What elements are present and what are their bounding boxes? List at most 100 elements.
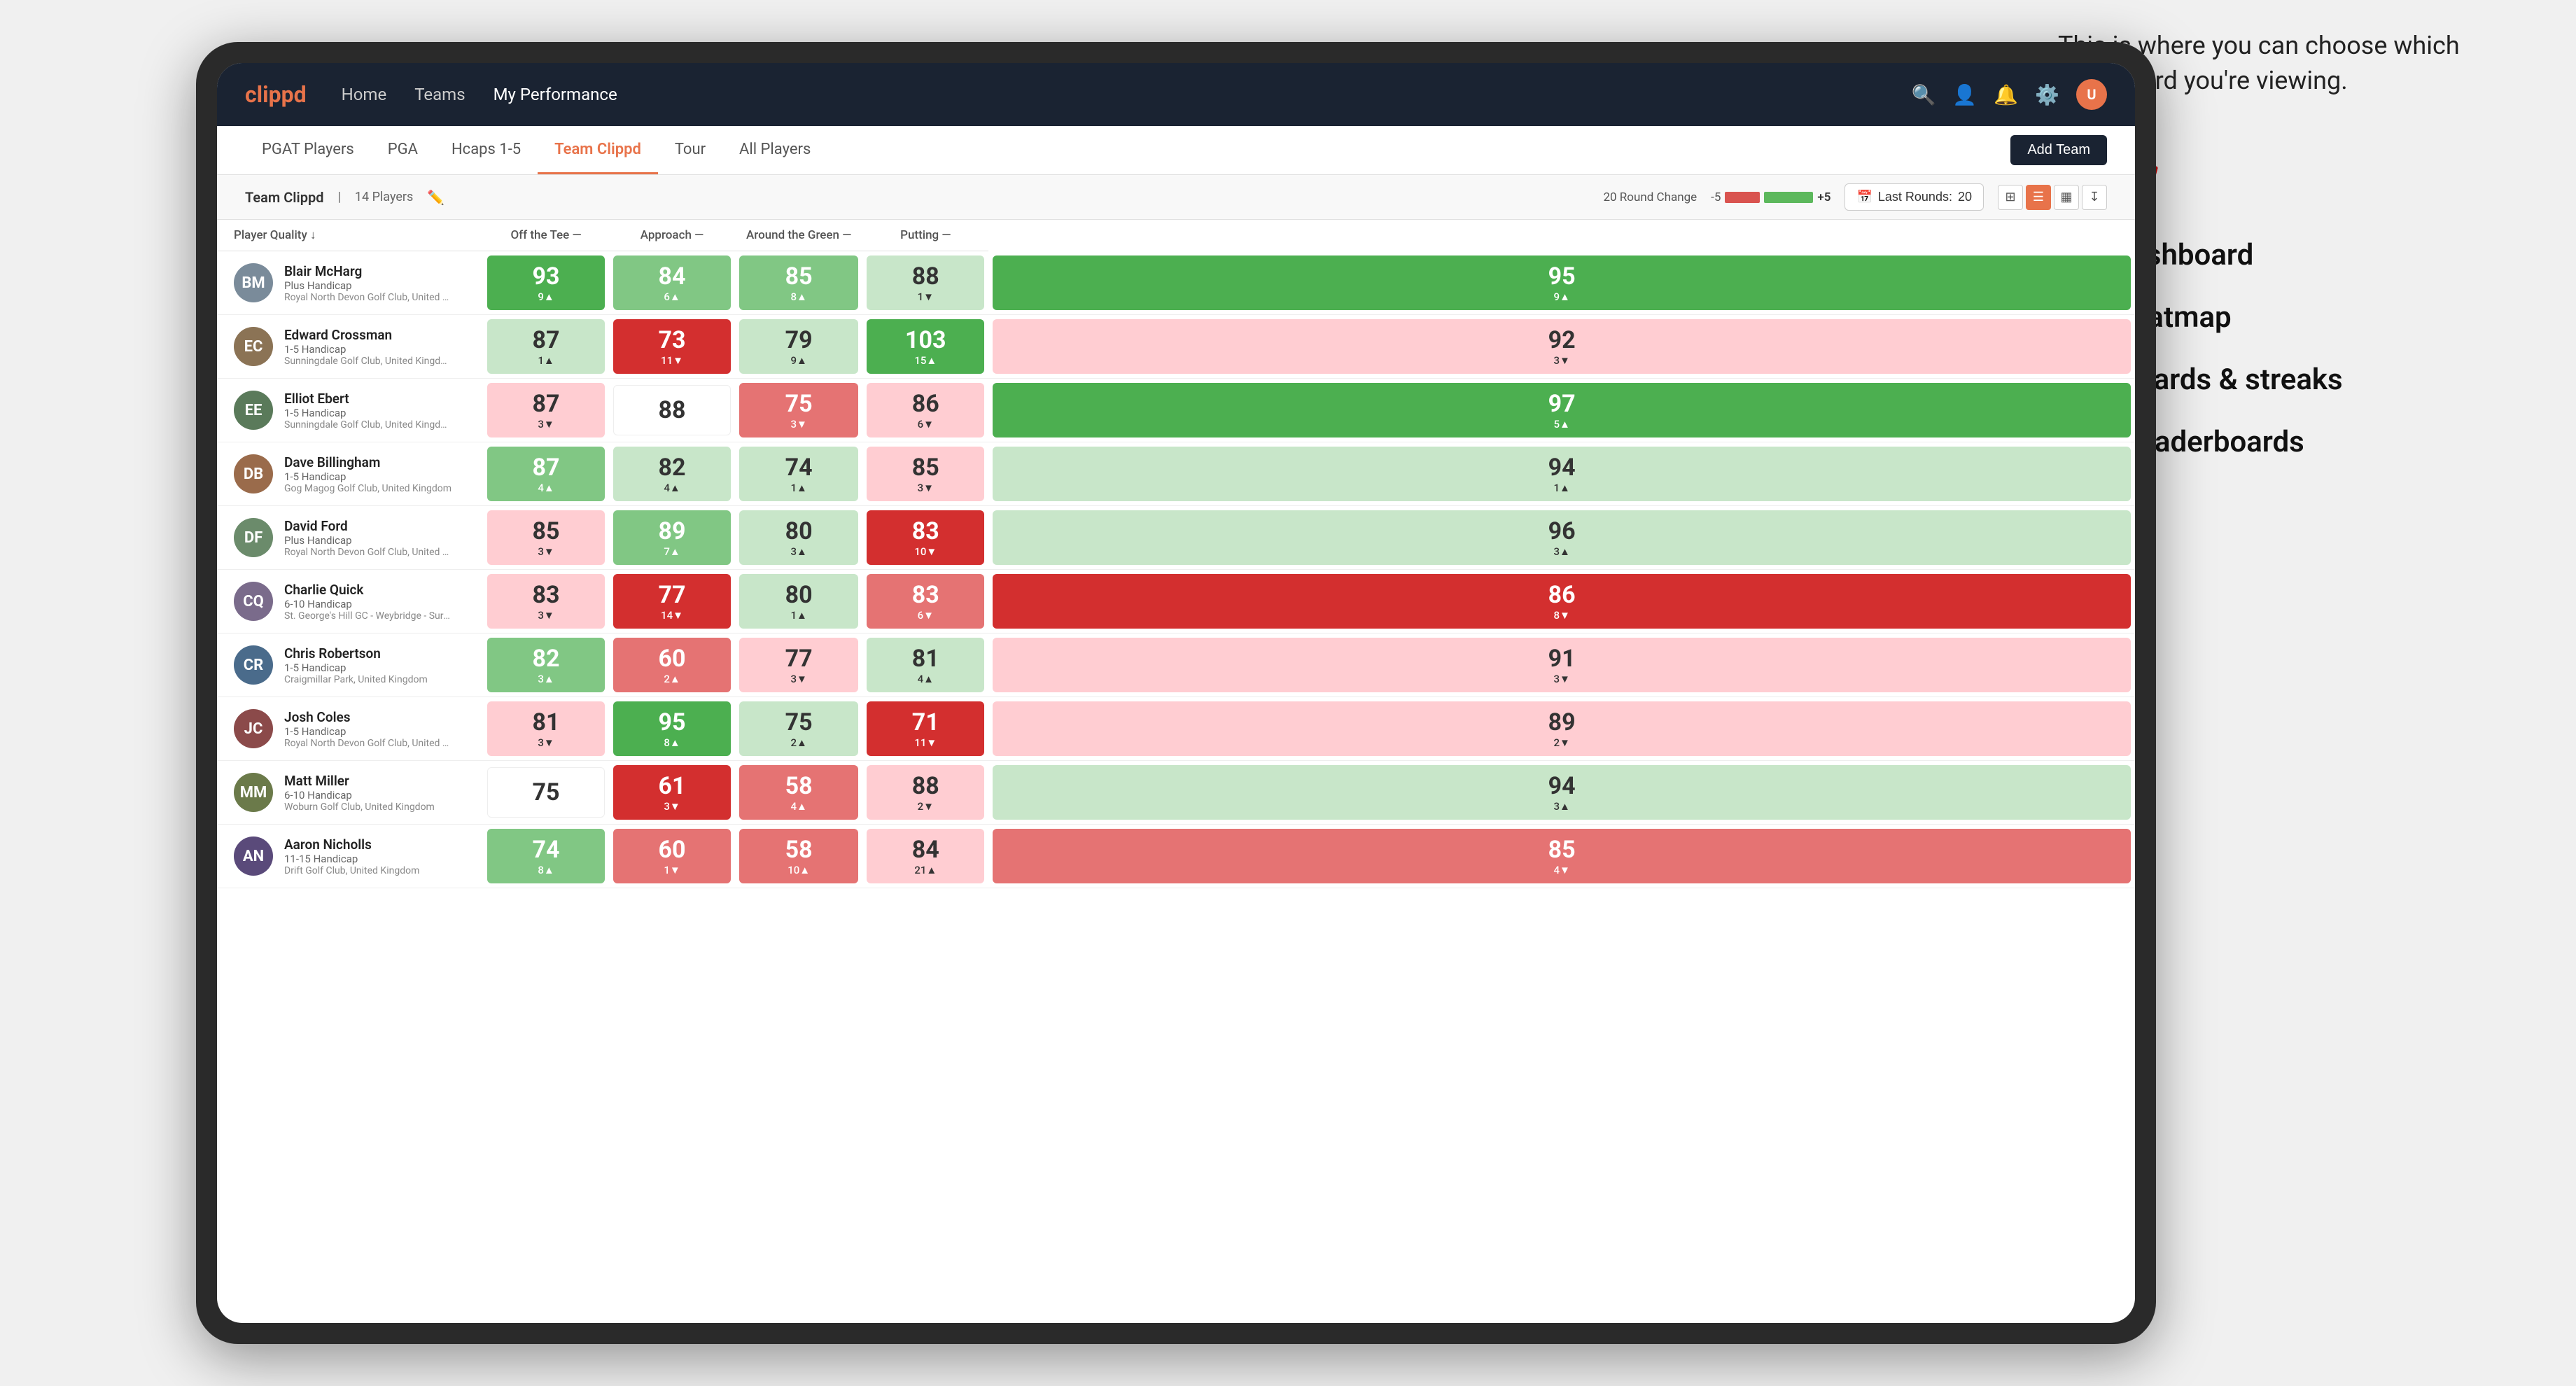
sub-nav-all-players[interactable]: All Players — [722, 126, 827, 174]
player-avatar-3: DB — [234, 454, 273, 493]
around-green-2: 86 6▼ — [862, 379, 988, 442]
player-club-8: Woburn Golf Club, United Kingdom — [284, 802, 435, 813]
player-info-7: Josh Coles 1-5 Handicap Royal North Devo… — [284, 709, 452, 749]
putting-8: 94 3▲ — [988, 761, 2135, 825]
table-body: BM Blair McHarg Plus Handicap Royal Nort… — [217, 251, 2135, 888]
sub-nav-team-clippd[interactable]: Team Clippd — [538, 126, 658, 174]
player-info-3: Dave Billingham 1-5 Handicap Gog Magog G… — [284, 454, 451, 494]
table-row[interactable]: MM Matt Miller 6-10 Handicap Woburn Golf… — [217, 761, 2135, 825]
around-green-3: 85 3▼ — [862, 442, 988, 506]
bar-green — [1764, 192, 1813, 203]
player-cell-0[interactable]: BM Blair McHarg Plus Handicap Royal Nort… — [217, 251, 483, 315]
player-cell-2[interactable]: EE Elliot Ebert 1-5 Handicap Sunningdale… — [217, 379, 483, 442]
col-header-player[interactable]: Player Quality ↓ — [217, 220, 483, 251]
sub-nav-hcaps[interactable]: Hcaps 1-5 — [435, 126, 538, 174]
table-row[interactable]: BM Blair McHarg Plus Handicap Royal Nort… — [217, 251, 2135, 315]
player-quality-7: 81 3▼ — [483, 697, 609, 761]
player-name-0: Blair McHarg — [284, 263, 452, 279]
putting-1: 92 3▼ — [988, 315, 2135, 379]
player-cell-5[interactable]: CQ Charlie Quick 6-10 Handicap St. Georg… — [217, 570, 483, 634]
add-team-button[interactable]: Add Team — [2010, 135, 2107, 165]
putting-5: 86 8▼ — [988, 570, 2135, 634]
table-area: Player Quality ↓ Off the Tee — Approach … — [217, 220, 2135, 1323]
player-table: Player Quality ↓ Off the Tee — Approach … — [217, 220, 2135, 888]
player-name-9: Aaron Nicholls — [284, 836, 419, 853]
profile-icon[interactable]: 👤 — [1952, 83, 1977, 106]
sub-nav-tour[interactable]: Tour — [658, 126, 722, 174]
player-info-6: Chris Robertson 1-5 Handicap Craigmillar… — [284, 645, 428, 685]
player-quality-8: 75 — [483, 761, 609, 825]
player-avatar-1: EC — [234, 327, 273, 366]
nav-link-home[interactable]: Home — [342, 85, 387, 104]
player-name-4: David Ford — [284, 518, 452, 534]
off-tee-5: 77 14▼ — [609, 570, 735, 634]
player-cell-4[interactable]: DF David Ford Plus Handicap Royal North … — [217, 506, 483, 570]
view-icons: ⊞ ☰ ▦ ↧ — [1998, 185, 2107, 210]
view-export-button[interactable]: ↧ — [2082, 185, 2107, 210]
notification-icon[interactable]: 🔔 — [1994, 83, 2018, 106]
player-club-3: Gog Magog Golf Club, United Kingdom — [284, 483, 451, 494]
nav-link-my-performance[interactable]: My Performance — [493, 85, 617, 104]
sub-nav-pga[interactable]: PGA — [371, 126, 435, 174]
player-avatar-7: JC — [234, 709, 273, 748]
player-avatar-2: EE — [234, 391, 273, 430]
approach-8: 58 4▲ — [735, 761, 862, 825]
putting-6: 91 3▼ — [988, 634, 2135, 697]
edit-team-icon[interactable]: ✏️ — [427, 189, 444, 206]
player-cell-7[interactable]: JC Josh Coles 1-5 Handicap Royal North D… — [217, 697, 483, 761]
player-club-0: Royal North Devon Golf Club, United King… — [284, 292, 452, 303]
table-row[interactable]: JC Josh Coles 1-5 Handicap Royal North D… — [217, 697, 2135, 761]
col-header-putting[interactable]: Putting — — [862, 220, 988, 251]
player-name-3: Dave Billingham — [284, 454, 451, 470]
table-row[interactable]: EE Elliot Ebert 1-5 Handicap Sunningdale… — [217, 379, 2135, 442]
player-cell-1[interactable]: EC Edward Crossman 1-5 Handicap Sunningd… — [217, 315, 483, 379]
table-row[interactable]: DB Dave Billingham 1-5 Handicap Gog Mago… — [217, 442, 2135, 506]
table-row[interactable]: AN Aaron Nicholls 11-15 Handicap Drift G… — [217, 825, 2135, 888]
off-tee-2: 88 — [609, 379, 735, 442]
player-hcp-9: 11-15 Handicap — [284, 853, 419, 865]
player-club-5: St. George's Hill GC - Weybridge - Surre… — [284, 610, 452, 622]
player-quality-0: 93 9▲ — [483, 251, 609, 315]
player-hcp-7: 1-5 Handicap — [284, 725, 452, 738]
around-green-0: 88 1▼ — [862, 251, 988, 315]
off-tee-4: 89 7▲ — [609, 506, 735, 570]
col-header-off-tee[interactable]: Off the Tee — — [483, 220, 609, 251]
settings-icon[interactable]: ⚙️ — [2035, 83, 2059, 106]
player-cell-3[interactable]: DB Dave Billingham 1-5 Handicap Gog Mago… — [217, 442, 483, 506]
col-header-around-green[interactable]: Around the Green — — [735, 220, 862, 251]
player-cell-9[interactable]: AN Aaron Nicholls 11-15 Handicap Drift G… — [217, 825, 483, 888]
nav-link-teams[interactable]: Teams — [414, 85, 465, 104]
player-cell-6[interactable]: CR Chris Robertson 1-5 Handicap Craigmil… — [217, 634, 483, 697]
round-change-bar: -5 +5 — [1711, 190, 1830, 204]
approach-2: 75 3▼ — [735, 379, 862, 442]
team-player-count: 14 Players — [355, 190, 413, 204]
calendar-icon: 📅 — [1856, 190, 1872, 204]
off-tee-0: 84 6▲ — [609, 251, 735, 315]
player-avatar-4: DF — [234, 518, 273, 557]
last-rounds-button[interactable]: 📅 Last Rounds: 20 — [1844, 183, 1984, 211]
player-avatar-8: MM — [234, 773, 273, 812]
last-rounds-label: Last Rounds: — [1878, 190, 1952, 204]
view-list-button[interactable]: ☰ — [2026, 185, 2051, 210]
view-grid-button[interactable]: ⊞ — [1998, 185, 2023, 210]
player-club-1: Sunningdale Golf Club, United Kingdom — [284, 356, 452, 367]
sub-nav-pgat[interactable]: PGAT Players — [245, 126, 371, 174]
player-hcp-5: 6-10 Handicap — [284, 598, 452, 610]
around-green-5: 83 6▼ — [862, 570, 988, 634]
user-avatar[interactable]: U — [2076, 79, 2107, 110]
approach-4: 80 3▲ — [735, 506, 862, 570]
table-row[interactable]: DF David Ford Plus Handicap Royal North … — [217, 506, 2135, 570]
player-hcp-6: 1-5 Handicap — [284, 662, 428, 674]
approach-5: 80 1▲ — [735, 570, 862, 634]
search-icon[interactable]: 🔍 — [1912, 83, 1936, 106]
player-club-7: Royal North Devon Golf Club, United King… — [284, 738, 452, 749]
player-cell-8[interactable]: MM Matt Miller 6-10 Handicap Woburn Golf… — [217, 761, 483, 825]
col-header-approach[interactable]: Approach — — [609, 220, 735, 251]
putting-3: 94 1▲ — [988, 442, 2135, 506]
table-row[interactable]: EC Edward Crossman 1-5 Handicap Sunningd… — [217, 315, 2135, 379]
table-row[interactable]: CQ Charlie Quick 6-10 Handicap St. Georg… — [217, 570, 2135, 634]
off-tee-6: 60 2▲ — [609, 634, 735, 697]
view-heatmap-button[interactable]: ▦ — [2054, 185, 2079, 210]
table-row[interactable]: CR Chris Robertson 1-5 Handicap Craigmil… — [217, 634, 2135, 697]
last-rounds-value: 20 — [1958, 190, 1972, 204]
